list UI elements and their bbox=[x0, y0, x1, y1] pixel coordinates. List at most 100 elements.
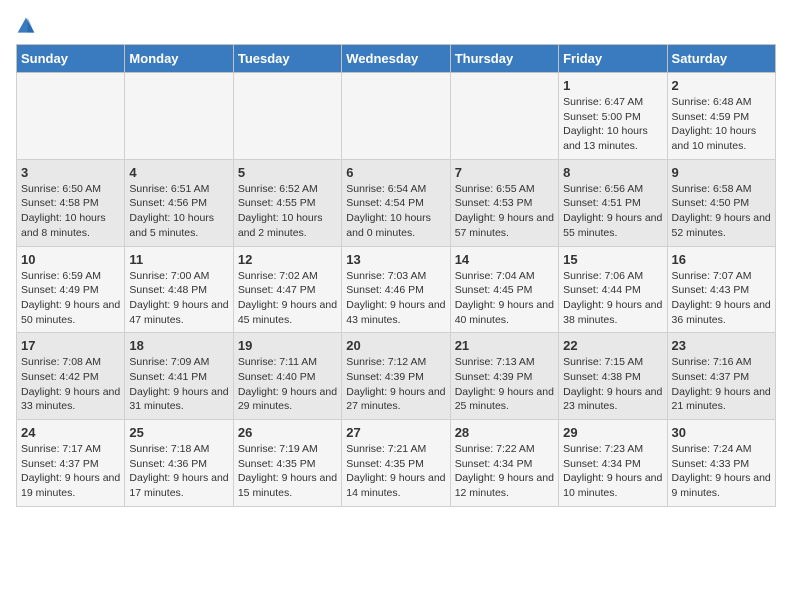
day-number: 30 bbox=[672, 425, 771, 440]
calendar-day-cell: 20 Sunrise: 7:12 AM Sunset: 4:39 PM Dayli… bbox=[342, 333, 450, 420]
page-header bbox=[16, 16, 776, 36]
day-info: Sunrise: 7:03 AM Sunset: 4:46 PM Dayligh… bbox=[346, 269, 445, 328]
calendar-day-cell: 7Sunrise: 6:55 AM Sunset: 4:53 PM Daylig… bbox=[450, 159, 558, 246]
calendar-day-cell bbox=[233, 73, 341, 160]
calendar-day-cell: 13 Sunrise: 7:03 AM Sunset: 4:46 PM Dayli… bbox=[342, 246, 450, 333]
day-number: 4 bbox=[129, 165, 228, 180]
day-info: Sunrise: 7:02 AM Sunset: 4:47 PM Dayligh… bbox=[238, 269, 337, 328]
col-tuesday: Tuesday bbox=[233, 45, 341, 73]
calendar-day-cell: 19Sunrise: 7:11 AM Sunset: 4:40 PM Dayli… bbox=[233, 333, 341, 420]
calendar-day-cell: 25Sunrise: 7:18 AM Sunset: 4:36 PM Dayli… bbox=[125, 420, 233, 507]
day-number: 11 bbox=[129, 252, 228, 267]
day-info: Sunrise: 7:08 AM Sunset: 4:42 PM Dayligh… bbox=[21, 355, 120, 414]
day-number: 15 bbox=[563, 252, 662, 267]
day-info: Sunrise: 7:22 AM Sunset: 4:34 PM Dayligh… bbox=[455, 442, 554, 501]
calendar-day-cell: 30 Sunrise: 7:24 AM Sunset: 4:33 PM Dayli… bbox=[667, 420, 775, 507]
calendar-day-cell: 6Sunrise: 6:54 AM Sunset: 4:54 PM Daylig… bbox=[342, 159, 450, 246]
col-saturday: Saturday bbox=[667, 45, 775, 73]
calendar-day-cell: 11 Sunrise: 7:00 AM Sunset: 4:48 PM Dayli… bbox=[125, 246, 233, 333]
day-info: Sunrise: 7:07 AM Sunset: 4:43 PM Dayligh… bbox=[672, 269, 771, 328]
day-number: 16 bbox=[672, 252, 771, 267]
calendar-day-cell: 5 Sunrise: 6:52 AM Sunset: 4:55 PM Daylig… bbox=[233, 159, 341, 246]
calendar-day-cell: 4 Sunrise: 6:51 AM Sunset: 4:56 PM Daylig… bbox=[125, 159, 233, 246]
calendar-day-cell: 10 Sunrise: 6:59 AM Sunset: 4:49 PM Dayli… bbox=[17, 246, 125, 333]
day-number: 6 bbox=[346, 165, 445, 180]
day-number: 7 bbox=[455, 165, 554, 180]
day-number: 20 bbox=[346, 338, 445, 353]
day-info: Sunrise: 7:19 AM Sunset: 4:35 PM Dayligh… bbox=[238, 442, 337, 501]
day-number: 12 bbox=[238, 252, 337, 267]
calendar-day-cell: 3 Sunrise: 6:50 AM Sunset: 4:58 PM Daylig… bbox=[17, 159, 125, 246]
day-number: 1 bbox=[563, 78, 662, 93]
calendar-day-cell bbox=[17, 73, 125, 160]
calendar-day-cell: 2Sunrise: 6:48 AM Sunset: 4:59 PM Daylig… bbox=[667, 73, 775, 160]
calendar-week-row: 10 Sunrise: 6:59 AM Sunset: 4:49 PM Dayli… bbox=[17, 246, 776, 333]
day-info: Sunrise: 7:15 AM Sunset: 4:38 PM Dayligh… bbox=[563, 355, 662, 414]
day-info: Sunrise: 6:50 AM Sunset: 4:58 PM Dayligh… bbox=[21, 182, 120, 241]
logo-icon bbox=[16, 16, 36, 36]
day-info: Sunrise: 7:13 AM Sunset: 4:39 PM Dayligh… bbox=[455, 355, 554, 414]
calendar-day-cell: 24 Sunrise: 7:17 AM Sunset: 4:37 PM Dayli… bbox=[17, 420, 125, 507]
day-info: Sunrise: 6:47 AM Sunset: 5:00 PM Dayligh… bbox=[563, 95, 662, 154]
col-sunday: Sunday bbox=[17, 45, 125, 73]
col-thursday: Thursday bbox=[450, 45, 558, 73]
day-number: 24 bbox=[21, 425, 120, 440]
day-number: 8 bbox=[563, 165, 662, 180]
col-friday: Friday bbox=[559, 45, 667, 73]
calendar-day-cell bbox=[450, 73, 558, 160]
calendar-header-row: Sunday Monday Tuesday Wednesday Thursday… bbox=[17, 45, 776, 73]
day-info: Sunrise: 7:09 AM Sunset: 4:41 PM Dayligh… bbox=[129, 355, 228, 414]
calendar-day-cell: 27Sunrise: 7:21 AM Sunset: 4:35 PM Dayli… bbox=[342, 420, 450, 507]
calendar-day-cell: 12 Sunrise: 7:02 AM Sunset: 4:47 PM Dayli… bbox=[233, 246, 341, 333]
calendar-day-cell: 15 Sunrise: 7:06 AM Sunset: 4:44 PM Dayli… bbox=[559, 246, 667, 333]
calendar-table: Sunday Monday Tuesday Wednesday Thursday… bbox=[16, 44, 776, 507]
col-wednesday: Wednesday bbox=[342, 45, 450, 73]
day-info: Sunrise: 7:17 AM Sunset: 4:37 PM Dayligh… bbox=[21, 442, 120, 501]
day-number: 13 bbox=[346, 252, 445, 267]
day-number: 28 bbox=[455, 425, 554, 440]
calendar-day-cell: 16 Sunrise: 7:07 AM Sunset: 4:43 PM Dayli… bbox=[667, 246, 775, 333]
day-info: Sunrise: 6:52 AM Sunset: 4:55 PM Dayligh… bbox=[238, 182, 337, 241]
day-info: Sunrise: 6:48 AM Sunset: 4:59 PM Dayligh… bbox=[672, 95, 771, 154]
day-number: 19 bbox=[238, 338, 337, 353]
day-info: Sunrise: 7:04 AM Sunset: 4:45 PM Dayligh… bbox=[455, 269, 554, 328]
calendar-day-cell: 9 Sunrise: 6:58 AM Sunset: 4:50 PM Daylig… bbox=[667, 159, 775, 246]
day-number: 17 bbox=[21, 338, 120, 353]
day-number: 27 bbox=[346, 425, 445, 440]
calendar-day-cell: 21 Sunrise: 7:13 AM Sunset: 4:39 PM Dayli… bbox=[450, 333, 558, 420]
day-number: 23 bbox=[672, 338, 771, 353]
calendar-day-cell: 18 Sunrise: 7:09 AM Sunset: 4:41 PM Dayli… bbox=[125, 333, 233, 420]
day-info: Sunrise: 7:00 AM Sunset: 4:48 PM Dayligh… bbox=[129, 269, 228, 328]
day-number: 26 bbox=[238, 425, 337, 440]
calendar-day-cell: 23 Sunrise: 7:16 AM Sunset: 4:37 PM Dayli… bbox=[667, 333, 775, 420]
logo bbox=[16, 16, 40, 36]
day-number: 22 bbox=[563, 338, 662, 353]
day-number: 21 bbox=[455, 338, 554, 353]
day-info: Sunrise: 7:23 AM Sunset: 4:34 PM Dayligh… bbox=[563, 442, 662, 501]
calendar-day-cell: 17 Sunrise: 7:08 AM Sunset: 4:42 PM Dayli… bbox=[17, 333, 125, 420]
day-number: 5 bbox=[238, 165, 337, 180]
day-info: Sunrise: 6:51 AM Sunset: 4:56 PM Dayligh… bbox=[129, 182, 228, 241]
calendar-day-cell: 28 Sunrise: 7:22 AM Sunset: 4:34 PM Dayli… bbox=[450, 420, 558, 507]
calendar-day-cell: 22 Sunrise: 7:15 AM Sunset: 4:38 PM Dayli… bbox=[559, 333, 667, 420]
day-info: Sunrise: 7:12 AM Sunset: 4:39 PM Dayligh… bbox=[346, 355, 445, 414]
calendar-week-row: 1 Sunrise: 6:47 AM Sunset: 5:00 PM Daylig… bbox=[17, 73, 776, 160]
col-monday: Monday bbox=[125, 45, 233, 73]
day-info: Sunrise: 7:06 AM Sunset: 4:44 PM Dayligh… bbox=[563, 269, 662, 328]
day-info: Sunrise: 7:16 AM Sunset: 4:37 PM Dayligh… bbox=[672, 355, 771, 414]
calendar-day-cell: 8 Sunrise: 6:56 AM Sunset: 4:51 PM Daylig… bbox=[559, 159, 667, 246]
calendar-day-cell bbox=[342, 73, 450, 160]
calendar-week-row: 24 Sunrise: 7:17 AM Sunset: 4:37 PM Dayli… bbox=[17, 420, 776, 507]
calendar-week-row: 3 Sunrise: 6:50 AM Sunset: 4:58 PM Daylig… bbox=[17, 159, 776, 246]
day-number: 3 bbox=[21, 165, 120, 180]
day-number: 18 bbox=[129, 338, 228, 353]
day-info: Sunrise: 7:18 AM Sunset: 4:36 PM Dayligh… bbox=[129, 442, 228, 501]
day-number: 10 bbox=[21, 252, 120, 267]
day-info: Sunrise: 6:58 AM Sunset: 4:50 PM Dayligh… bbox=[672, 182, 771, 241]
day-info: Sunrise: 6:56 AM Sunset: 4:51 PM Dayligh… bbox=[563, 182, 662, 241]
calendar-week-row: 17 Sunrise: 7:08 AM Sunset: 4:42 PM Dayli… bbox=[17, 333, 776, 420]
day-number: 9 bbox=[672, 165, 771, 180]
day-info: Sunrise: 6:59 AM Sunset: 4:49 PM Dayligh… bbox=[21, 269, 120, 328]
day-info: Sunrise: 7:24 AM Sunset: 4:33 PM Dayligh… bbox=[672, 442, 771, 501]
day-number: 29 bbox=[563, 425, 662, 440]
